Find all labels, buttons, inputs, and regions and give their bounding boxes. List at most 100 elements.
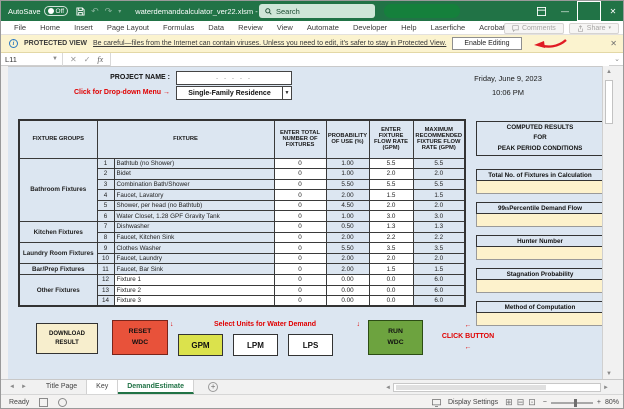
- fixture-count-input[interactable]: 0: [274, 179, 326, 190]
- name-box[interactable]: L11▼: [1, 53, 63, 66]
- fixture-flow-rate-input[interactable]: 3.5: [369, 243, 413, 254]
- insert-function-icon[interactable]: fx: [97, 55, 103, 64]
- minimize-button[interactable]: —: [553, 1, 577, 21]
- probability-of-use[interactable]: 0.00: [326, 296, 369, 307]
- scroll-down-icon[interactable]: ▼: [604, 368, 614, 379]
- page-layout-view-icon[interactable]: ⊟: [517, 397, 525, 408]
- fixture-count-input[interactable]: 0: [274, 211, 326, 222]
- fixture-count-input[interactable]: 0: [274, 275, 326, 286]
- fixture-flow-rate-input[interactable]: 5.5: [369, 158, 413, 169]
- fixture-name[interactable]: Fixture 2: [114, 285, 274, 296]
- zoom-slider-thumb[interactable]: [574, 399, 577, 407]
- fixture-flow-rate-input[interactable]: 5.5: [369, 179, 413, 190]
- sheet-nav-right-icon[interactable]: ►: [21, 384, 27, 390]
- run-wdc-button[interactable]: RUN WDC: [368, 320, 423, 355]
- page-break-preview-icon[interactable]: ⊡: [528, 397, 536, 408]
- unit-button-lps[interactable]: LPS: [288, 334, 333, 356]
- protected-view-close-icon[interactable]: ✕: [610, 39, 617, 48]
- new-sheet-button[interactable]: +: [208, 382, 218, 392]
- project-name-input[interactable]: - - - - -: [176, 71, 292, 85]
- protected-view-message[interactable]: Be careful—files from the Internet can c…: [93, 40, 446, 47]
- cancel-entry-icon[interactable]: ✕: [70, 55, 77, 64]
- fixture-name[interactable]: Fixture 1: [114, 275, 274, 286]
- save-icon[interactable]: [76, 7, 85, 16]
- zoom-out-icon[interactable]: −: [543, 399, 547, 406]
- probability-of-use[interactable]: 0.00: [326, 275, 369, 286]
- autosave-toggle[interactable]: AutoSave Off: [8, 6, 68, 16]
- fixture-count-input[interactable]: 0: [274, 285, 326, 296]
- fixture-flow-rate-input[interactable]: 2.0: [369, 169, 413, 180]
- vertical-scrollbar[interactable]: ▲ ▼: [602, 66, 614, 379]
- fixture-flow-rate-input[interactable]: 2.0: [369, 253, 413, 264]
- fixture-flow-rate-input[interactable]: 0.0: [369, 296, 413, 307]
- accessibility-checker-icon[interactable]: [58, 398, 67, 407]
- ribbon-tab-view[interactable]: View: [270, 21, 300, 34]
- undo-icon[interactable]: ↶: [91, 6, 99, 17]
- ribbon-tab-developer[interactable]: Developer: [346, 21, 394, 34]
- comments-button[interactable]: Comments: [504, 23, 564, 34]
- horizontal-scrollbar[interactable]: ◄ ►: [383, 382, 611, 393]
- redo-icon[interactable]: ↷: [105, 6, 113, 17]
- zoom-in-icon[interactable]: +: [597, 399, 601, 406]
- qat-customize-icon[interactable]: ▾: [118, 8, 121, 15]
- ribbon-tab-review[interactable]: Review: [231, 21, 270, 34]
- formula-bar-expand-icon[interactable]: ⌄: [609, 55, 624, 63]
- fixture-flow-rate-input[interactable]: 3.0: [369, 211, 413, 222]
- ribbon-tab-help[interactable]: Help: [394, 21, 423, 34]
- scroll-left-icon[interactable]: ◄: [383, 385, 393, 391]
- search-box[interactable]: Search: [259, 4, 375, 18]
- scroll-up-icon[interactable]: ▲: [604, 66, 614, 77]
- display-settings-label[interactable]: Display Settings: [448, 399, 498, 406]
- formula-input[interactable]: [111, 53, 609, 66]
- sheet-tab-demandestimate[interactable]: DemandEstimate: [118, 380, 194, 394]
- fixture-flow-rate-input[interactable]: 0.0: [369, 285, 413, 296]
- sheet-tab-title-page[interactable]: Title Page: [37, 380, 87, 394]
- download-result-button[interactable]: DOWNLOAD RESULT: [36, 323, 98, 354]
- fixture-count-input[interactable]: 0: [274, 190, 326, 201]
- ribbon-tab-insert[interactable]: Insert: [67, 21, 100, 34]
- unit-button-lpm[interactable]: LPM: [233, 334, 278, 356]
- dropdown-caret-icon[interactable]: ▼: [282, 87, 291, 99]
- fixture-count-input[interactable]: 0: [274, 296, 326, 307]
- sheet-tab-key[interactable]: Key: [87, 380, 118, 394]
- unit-button-gpm[interactable]: GPM: [178, 334, 223, 356]
- probability-of-use[interactable]: 0.00: [326, 285, 369, 296]
- scroll-right-icon[interactable]: ►: [601, 385, 611, 391]
- fixture-count-input[interactable]: 0: [274, 158, 326, 169]
- enable-editing-button[interactable]: Enable Editing: [452, 37, 521, 50]
- ribbon-tab-page-layout[interactable]: Page Layout: [100, 21, 156, 34]
- ribbon-tab-file[interactable]: File: [7, 21, 33, 34]
- ribbon-tab-data[interactable]: Data: [201, 21, 231, 34]
- project-type-dropdown[interactable]: Single-Family Residence ▼: [176, 86, 292, 100]
- fixture-count-input[interactable]: 0: [274, 243, 326, 254]
- sheet-nav-left-icon[interactable]: ◄: [9, 384, 15, 390]
- fixture-count-input[interactable]: 0: [274, 264, 326, 275]
- fixture-count-input[interactable]: 0: [274, 200, 326, 211]
- share-button[interactable]: Share ▾: [569, 23, 619, 34]
- fixture-flow-rate-input[interactable]: 0.0: [369, 275, 413, 286]
- close-button[interactable]: ✕: [601, 1, 624, 21]
- ribbon-tab-laserfiche[interactable]: Laserfiche: [424, 21, 473, 34]
- ribbon-display-options-icon[interactable]: [529, 1, 553, 21]
- reset-wdc-button[interactable]: RESET WDC: [112, 320, 168, 355]
- fixture-count-input[interactable]: 0: [274, 253, 326, 264]
- ribbon-tab-automate[interactable]: Automate: [300, 21, 346, 34]
- ribbon-tab-home[interactable]: Home: [33, 21, 67, 34]
- fixture-count-input[interactable]: 0: [274, 169, 326, 180]
- fixture-flow-rate-input[interactable]: 1.3: [369, 222, 413, 233]
- zoom-slider[interactable]: [551, 402, 593, 404]
- fixture-flow-rate-input[interactable]: 2.0: [369, 200, 413, 211]
- normal-view-icon[interactable]: ⊞: [505, 397, 513, 408]
- fixture-flow-rate-input[interactable]: 1.5: [369, 264, 413, 275]
- ribbon-tab-formulas[interactable]: Formulas: [156, 21, 201, 34]
- zoom-level[interactable]: 80%: [605, 399, 619, 406]
- fixture-count-input[interactable]: 0: [274, 222, 326, 233]
- fixture-flow-rate-input[interactable]: 2.2: [369, 232, 413, 243]
- maximize-button[interactable]: [577, 1, 601, 21]
- fixture-flow-rate-input[interactable]: 1.5: [369, 190, 413, 201]
- vertical-scroll-thumb[interactable]: [605, 80, 613, 124]
- fixture-count-input[interactable]: 0: [274, 232, 326, 243]
- confirm-entry-icon[interactable]: ✓: [84, 55, 91, 64]
- horizontal-scroll-thumb[interactable]: [396, 385, 546, 390]
- fixture-name[interactable]: Fixture 3: [114, 296, 274, 307]
